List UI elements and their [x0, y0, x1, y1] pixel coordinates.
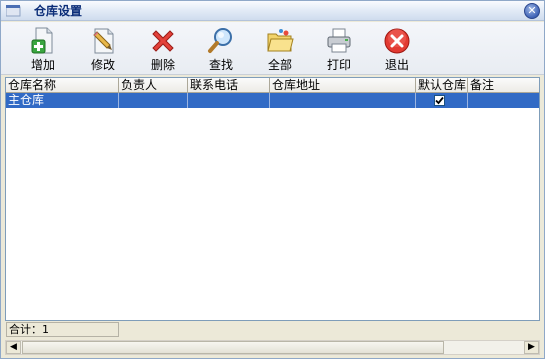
- add-document-icon: [31, 27, 53, 54]
- print-button[interactable]: 打印: [311, 24, 367, 74]
- horizontal-scrollbar[interactable]: ◀ ▶: [5, 340, 540, 355]
- table-row[interactable]: 主仓库: [6, 93, 539, 108]
- column-header-warehouse-name[interactable]: 仓库名称: [6, 78, 119, 93]
- title-bar[interactable]: 仓库设置 ✕: [1, 1, 544, 21]
- all-button-label: 全部: [267, 58, 292, 72]
- delete-button[interactable]: 删除: [135, 24, 191, 74]
- delete-button-label: 删除: [150, 58, 175, 72]
- search-button-label: 查找: [208, 58, 233, 72]
- exit-button-label: 退出: [384, 58, 409, 72]
- edit-pen-icon: [93, 28, 114, 54]
- exit-icon: [384, 28, 410, 54]
- total-count: 合计：1: [6, 322, 119, 337]
- scroll-right-button[interactable]: ▶: [524, 341, 539, 354]
- cell-manager[interactable]: [119, 93, 188, 108]
- print-button-label: 打印: [326, 58, 351, 72]
- window-title: 仓库设置: [34, 4, 83, 18]
- column-header-manager[interactable]: 负责人: [119, 78, 188, 93]
- cell-warehouse-name[interactable]: 主仓库: [6, 93, 119, 108]
- default-warehouse-checkbox[interactable]: [434, 95, 445, 106]
- exit-button[interactable]: 退出: [369, 24, 425, 74]
- column-header-address[interactable]: 仓库地址: [270, 78, 416, 93]
- cell-default[interactable]: [416, 93, 468, 108]
- warehouse-settings-window: 仓库设置 ✕ 增加 修改 删除 查找 全部 打印 退出 仓库名称 负责人 联系电…: [0, 0, 545, 359]
- printer-icon: [327, 28, 351, 53]
- scrollbar-thumb[interactable]: [22, 341, 444, 354]
- warehouse-table: 仓库名称 负责人 联系电话 仓库地址 默认仓库 备注 主仓库: [5, 77, 540, 321]
- column-header-default[interactable]: 默认仓库: [416, 78, 468, 93]
- delete-x-icon: [152, 30, 174, 52]
- add-button[interactable]: 增加: [15, 24, 71, 74]
- check-icon: [435, 96, 444, 105]
- close-icon: ✕: [527, 4, 537, 17]
- arrow-right-icon: ▶: [528, 342, 535, 352]
- table-header: 仓库名称 负责人 联系电话 仓库地址 默认仓库 备注: [6, 78, 539, 93]
- cell-note[interactable]: [468, 93, 539, 108]
- scroll-left-button[interactable]: ◀: [6, 341, 21, 354]
- toolbar: 增加 修改 删除 查找 全部 打印 退出: [1, 22, 544, 75]
- arrow-left-icon: ◀: [10, 342, 17, 352]
- folder-icon: [267, 29, 294, 52]
- window-icon: [6, 5, 21, 17]
- close-button[interactable]: ✕: [524, 3, 540, 19]
- edit-button-label: 修改: [90, 58, 115, 72]
- add-button-label: 增加: [30, 58, 55, 72]
- column-header-phone[interactable]: 联系电话: [188, 78, 270, 93]
- cell-phone[interactable]: [188, 93, 270, 108]
- cell-address[interactable]: [270, 93, 416, 108]
- edit-button[interactable]: 修改: [75, 24, 131, 74]
- column-header-note[interactable]: 备注: [468, 78, 539, 93]
- magnifier-icon: [208, 28, 232, 53]
- search-button[interactable]: 查找: [193, 24, 249, 74]
- status-footer: 合计：1: [5, 321, 540, 339]
- all-button[interactable]: 全部: [252, 24, 308, 74]
